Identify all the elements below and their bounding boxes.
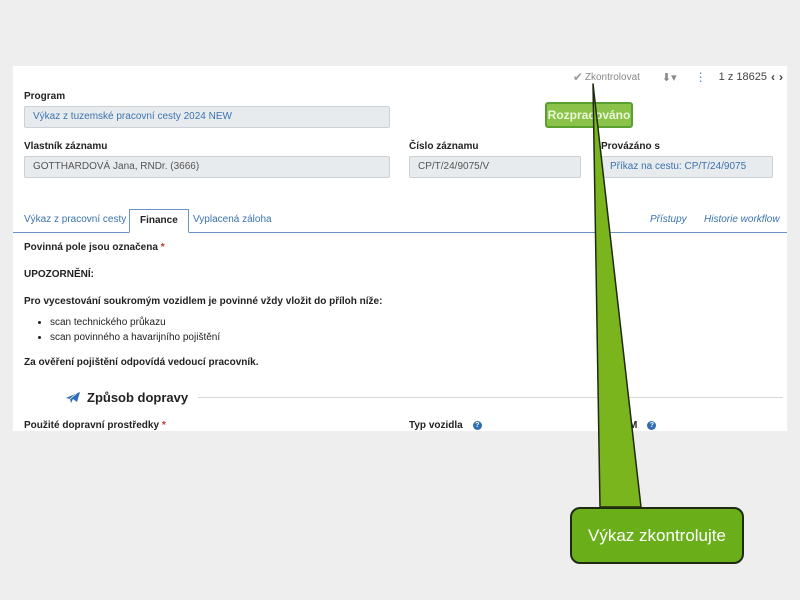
pager-count: 1 z 18625 <box>718 71 767 83</box>
responsibility-note: Za ověření pojištění odpovídá vedoucí pr… <box>24 357 259 368</box>
tab-bar: Výkaz z pracovní cesty Finance Vyplacená… <box>13 209 787 233</box>
check-label: Zkontrolovat <box>584 71 640 83</box>
program-label: Program <box>24 91 66 102</box>
tab-workflow-history[interactable]: Historie workflow <box>704 209 780 233</box>
more-options-icon[interactable]: ⋮ <box>695 70 707 84</box>
record-panel: ✔ Zkontrolovat ⬇▾ ⋮ 1 z 18625 ‹ › Progra… <box>13 66 787 431</box>
section-divider <box>198 396 783 398</box>
tab-advance-paid[interactable]: Vyplacená záloha <box>193 209 272 233</box>
record-number-field[interactable]: CP/T/24/9075/V <box>409 156 581 178</box>
download-icon[interactable]: ⬇▾ <box>662 71 677 84</box>
chevron-left-icon[interactable]: ‹ <box>771 70 775 84</box>
tab-access[interactable]: Přístupy <box>650 209 687 233</box>
linked-label: Provázáno s <box>601 141 660 152</box>
list-item: scan povinného a havarijního pojištění <box>50 332 774 343</box>
program-field[interactable]: Výkaz z tuzemské pracovní cesty 2024 NEW <box>24 106 390 128</box>
chevron-right-icon[interactable]: › <box>779 70 783 84</box>
section-title: Způsob dopravy <box>87 389 189 405</box>
attachment-list: scan technického průkazu scan povinného … <box>50 317 774 343</box>
tab-finance[interactable]: Finance <box>129 209 189 233</box>
field-m-label: M? <box>629 420 657 431</box>
help-icon[interactable]: ? <box>472 420 482 430</box>
callout-box: Výkaz zkontrolujte <box>570 507 744 564</box>
owner-label: Vlastník záznamu <box>24 141 108 152</box>
toolbar: ✔ Zkontrolovat ⬇▾ ⋮ 1 z 18625 ‹ › <box>567 70 787 84</box>
list-item: scan technického průkazu <box>50 317 774 328</box>
instruction-text: Pro vycestování soukromým vozidlem je po… <box>24 296 383 307</box>
airplane-icon <box>66 392 80 403</box>
status-button[interactable]: Rozpracováno <box>545 102 633 128</box>
linked-field[interactable]: Příkaz na cestu: CP/T/24/9075 <box>601 156 773 178</box>
record-number-label: Číslo záznamu <box>409 141 479 152</box>
transport-means-label: Použité dopravní prostředky * <box>24 420 166 431</box>
transport-section-header: Způsob dopravy <box>53 388 783 406</box>
finance-content: Povinná pole jsou označena * UPOZORNĚNÍ:… <box>24 242 774 384</box>
vehicle-type-label: Typ vozidla? <box>409 420 482 431</box>
warning-heading: UPOZORNĚNÍ: <box>24 269 94 280</box>
help-icon[interactable]: ? <box>647 420 657 430</box>
owner-field[interactable]: GOTTHARDOVÁ Jana, RNDr. (3666) <box>24 156 390 178</box>
tab-travel-report[interactable]: Výkaz z pracovní cesty <box>24 209 126 233</box>
check-button[interactable]: ✔ Zkontrolovat <box>573 70 640 84</box>
check-icon: ✔ <box>572 70 583 84</box>
required-note: Povinná pole jsou označena * <box>24 242 165 253</box>
